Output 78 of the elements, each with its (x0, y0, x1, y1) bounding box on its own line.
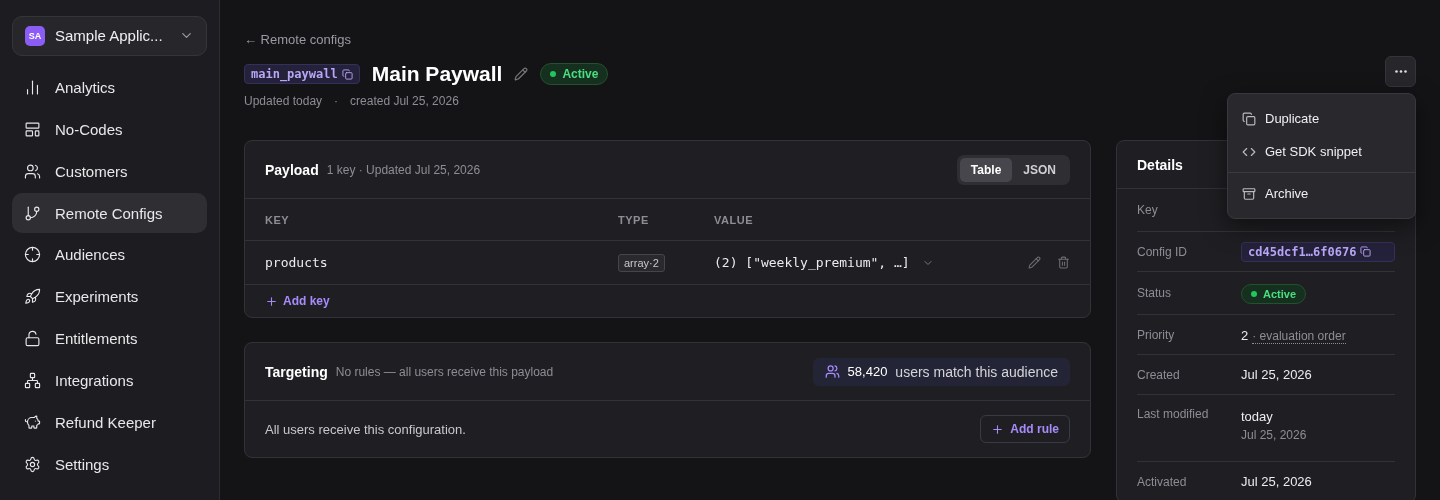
crosshair-icon (24, 246, 41, 264)
detail-value: Jul 25, 2026 (1241, 367, 1313, 382)
sidebar-item[interactable]: Settings (12, 444, 207, 484)
key-cell-text: products (265, 255, 329, 270)
type-tag: array·2 (618, 253, 665, 272)
menu-item[interactable]: Get SDK snippet (1228, 135, 1415, 168)
targeting-text: All users receive this configuration. (265, 421, 466, 437)
detail-label: Status (1137, 286, 1173, 300)
add-key-button[interactable]: Add key (245, 285, 350, 317)
sidebar-item[interactable]: Customers (12, 151, 207, 192)
match-count: 58,420 (847, 364, 888, 379)
card-title: Payload (265, 161, 319, 178)
column-header: TYPE (618, 213, 650, 226)
detail-value: Jul 25, 2026 (1241, 474, 1313, 489)
sidebar-item[interactable]: Refund Keeper (12, 402, 207, 443)
sidebar-item[interactable]: No-Codes (12, 109, 207, 150)
view-tab[interactable]: Table (959, 157, 1013, 182)
trash-icon[interactable] (1057, 256, 1070, 269)
detail-value: today (1241, 409, 1273, 424)
more-icon (1394, 70, 1407, 73)
archive-icon (1242, 186, 1256, 201)
detail-label: Priority (1137, 327, 1176, 342)
branch-icon (24, 204, 41, 222)
piggy-bank-icon (24, 413, 41, 431)
card-subtitle: No rules — all users receive this payload (335, 364, 555, 379)
sidebar-item[interactable]: Analytics (12, 67, 207, 108)
lock-icon (24, 330, 41, 348)
card-title: Details (1137, 156, 1183, 173)
plus-icon (265, 294, 278, 308)
updated-text: Updated today (244, 94, 323, 108)
value-cell: (2) ["weekly_premium", …] (714, 255, 910, 270)
back-link[interactable]: ← Remote configs (244, 32, 351, 47)
status-dot (1251, 290, 1257, 297)
copy-icon[interactable] (1360, 246, 1372, 257)
menu-item[interactable]: Duplicate (1228, 102, 1415, 135)
network-icon (24, 371, 41, 389)
users-icon (824, 364, 840, 379)
detail-value: 2 (1241, 327, 1249, 343)
sidebar-item[interactable]: Experiments (12, 276, 207, 317)
status-badge: Active (1241, 283, 1307, 304)
copy-icon (1242, 111, 1256, 126)
add-rule-button[interactable]: Add rule (980, 415, 1070, 443)
match-label: users match this audience (895, 363, 1058, 380)
detail-label: Key (1137, 203, 1159, 217)
settings-icon (24, 455, 41, 473)
more-button[interactable] (1385, 56, 1416, 87)
config-id: cd45dcf1…6f0676 (1241, 241, 1395, 262)
status-badge: Active (540, 63, 609, 85)
detail-date: Jul 25, 2026 (1241, 428, 1308, 442)
users-icon (24, 162, 41, 180)
detail-label: Last modified (1137, 407, 1210, 421)
detail-label: Created (1137, 367, 1181, 382)
edit-icon[interactable] (514, 67, 529, 81)
column-header: VALUE (714, 213, 754, 226)
edit-icon[interactable] (1028, 256, 1041, 269)
priority-note: · evaluation order (1252, 328, 1346, 344)
column-header: KEY (265, 213, 291, 226)
rocket-icon (24, 288, 41, 306)
plus-icon (991, 422, 1005, 436)
app-switcher[interactable]: SA Sample Applic... (12, 16, 207, 56)
sidebar-item[interactable]: Entitlements (12, 318, 207, 359)
status-dot (550, 71, 557, 77)
config-key: main_paywall (244, 64, 360, 84)
page-title: Main Paywall (371, 62, 503, 86)
card-subtitle: 1 key · Updated Jul 25, 2026 (326, 162, 482, 177)
created-text: created Jul 25, 2026 (350, 94, 459, 108)
copy-icon[interactable] (341, 68, 353, 80)
card-title: Targeting (265, 363, 328, 380)
detail-label: Config ID (1137, 244, 1189, 259)
sidebar-item[interactable]: Remote Configs (12, 193, 207, 234)
view-tab[interactable]: JSON (1012, 157, 1067, 182)
separator-dot: · (334, 94, 339, 108)
bar-chart-icon (24, 79, 41, 97)
sidebar-item[interactable]: Audiences (12, 235, 207, 275)
sidebar-item[interactable]: Integrations (12, 360, 207, 401)
detail-label: Activated (1137, 474, 1188, 489)
app-avatar: SA (25, 25, 45, 46)
layout-icon (24, 121, 41, 139)
